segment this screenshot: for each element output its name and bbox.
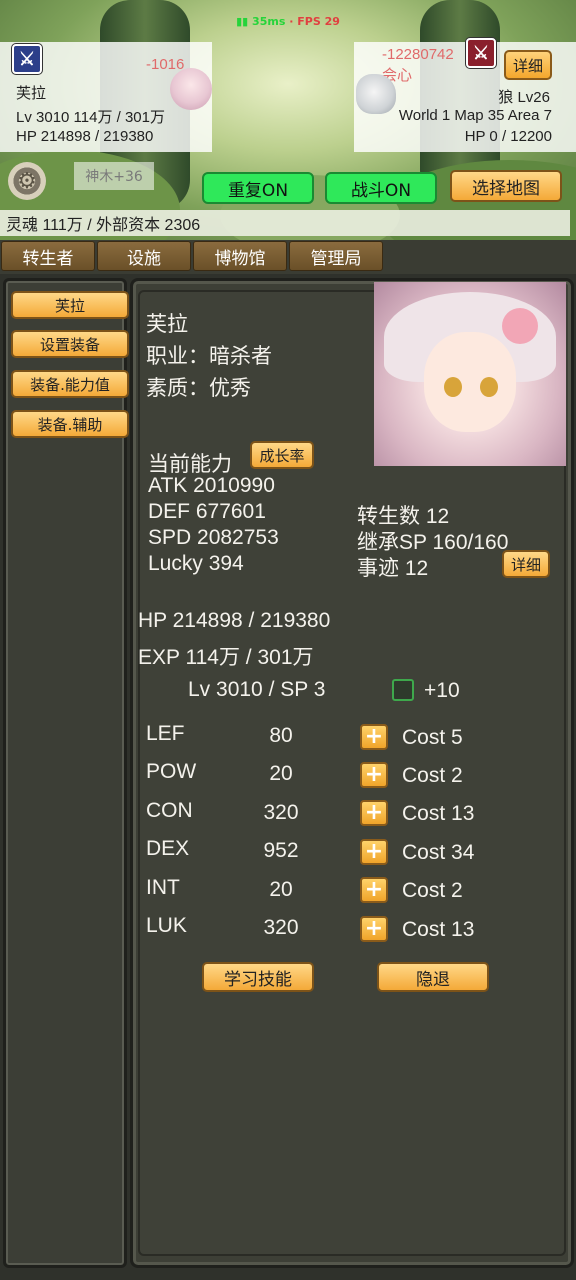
stat-value: 20 (269, 762, 293, 785)
sidebar-item-equipment-support[interactable]: 装备.辅助 (11, 410, 129, 438)
character-name: 芙拉 (146, 313, 188, 336)
plus-ten-label: +10 (424, 679, 460, 702)
tab-facilities[interactable]: 设施 (97, 241, 191, 271)
plus-ten-checkbox[interactable] (392, 679, 414, 701)
wolf-avatar (356, 74, 396, 114)
enemy-name: 狼 Lv26 (498, 89, 550, 106)
tab-reincarnator[interactable]: 转生者 (1, 241, 95, 271)
stat-cost: Cost 2 (402, 764, 463, 787)
stat-name: LEF (146, 722, 185, 745)
ping-text: 35ms (252, 15, 286, 28)
atk-stat: ATK 2010990 (148, 474, 275, 497)
warrior-class-icon: ⚔ (466, 38, 496, 68)
level-sp-line: Lv 3010 / SP 3 (188, 678, 326, 701)
enemy-damage-text: -12280742 (382, 46, 454, 63)
stat-cost: Cost 13 (402, 918, 475, 941)
sidebar: 芙拉 设置装备 装备.能力值 装备.辅助 (3, 278, 129, 1268)
character-job: 职业：暗杀者 (146, 345, 272, 368)
growth-rate-button[interactable]: 成长率 (250, 441, 314, 469)
stat-cost: Cost 5 (402, 726, 463, 749)
def-stat: DEF 677601 (148, 500, 266, 523)
battle-toggle-button[interactable]: 战斗ON (325, 172, 437, 204)
stat-increase-button[interactable]: + (360, 800, 388, 826)
stat-cost: Cost 34 (402, 841, 475, 864)
hp-line: HP 214898 / 219380 (138, 609, 331, 632)
deeds-count: 事迹 12 (357, 557, 429, 580)
stat-value: 952 (263, 839, 299, 862)
character-quality: 素质：优秀 (146, 377, 251, 400)
player-avatar (170, 68, 212, 110)
enemy-card[interactable]: -12280742 会心 ⚔ 详细 狼 Lv26 World 1 Map 35 … (354, 38, 576, 152)
main-tabs: 转生者 设施 博物馆 管理局 (0, 240, 576, 272)
character-portrait (374, 282, 566, 466)
player-hp-line: HP 214898 / 219380 (16, 128, 154, 145)
player-name: 芙拉 (16, 85, 47, 102)
stat-increase-button[interactable]: + (360, 762, 388, 788)
stat-name: DEX (146, 837, 190, 860)
enemy-hp-line: HP 0 / 12200 (464, 128, 552, 145)
gear-icon[interactable]: ⚙ (8, 162, 46, 200)
lucky-stat: Lucky 394 (148, 552, 244, 575)
stat-name: POW (146, 760, 197, 783)
shenmu-badge: 神木+36 (74, 162, 154, 190)
enemy-detail-button[interactable]: 详细 (504, 50, 552, 80)
stat-increase-button[interactable]: + (360, 724, 388, 750)
stat-value: 80 (269, 724, 293, 747)
spd-stat: SPD 2082753 (148, 526, 279, 549)
learn-skill-button[interactable]: 学习技能 (202, 962, 314, 992)
tab-management[interactable]: 管理局 (289, 241, 383, 271)
enemy-location: World 1 Map 35 Area 7 (398, 107, 552, 124)
select-map-button[interactable]: 选择地图 (450, 170, 562, 202)
player-level-line: Lv 3010 114万 / 301万 (16, 109, 165, 126)
stat-value: 20 (269, 878, 293, 901)
stat-cost: Cost 2 (402, 879, 463, 902)
stat-increase-button[interactable]: + (360, 877, 388, 903)
sidebar-item-equipment-stats[interactable]: 装备.能力值 (11, 370, 129, 398)
deeds-detail-button[interactable]: 详细 (502, 550, 550, 578)
flower-hair-ornament (502, 308, 538, 344)
stat-increase-button[interactable]: + (360, 839, 388, 865)
tab-museum[interactable]: 博物馆 (193, 241, 287, 271)
stat-name: LUK (146, 914, 187, 937)
stat-value: 320 (263, 801, 299, 824)
soul-capital-bar: 灵魂 111万 / 外部资本 2306 (0, 210, 570, 236)
stat-increase-button[interactable]: + (360, 916, 388, 942)
exp-line: EXP 114万 / 301万 (138, 646, 314, 669)
repeat-toggle-button[interactable]: 重复ON (202, 172, 314, 204)
stat-value: 320 (263, 916, 299, 939)
sidebar-item-set-equipment[interactable]: 设置装备 (11, 330, 129, 358)
stat-cost: Cost 13 (402, 802, 475, 825)
retire-button[interactable]: 隐退 (377, 962, 489, 992)
signal-icon: ▮▮ (236, 15, 249, 28)
sidebar-item-character[interactable]: 芙拉 (11, 291, 129, 319)
stat-name: INT (146, 876, 180, 899)
assassin-class-icon: ⚔ (12, 44, 42, 74)
fps-text: FPS 29 (297, 15, 340, 28)
stat-name: CON (146, 799, 193, 822)
fps-indicator: ▮▮ 35ms · FPS 29 (236, 15, 340, 28)
player-card[interactable]: ⚔ -1016 芙拉 Lv 3010 114万 / 301万 HP 214898… (0, 42, 212, 152)
